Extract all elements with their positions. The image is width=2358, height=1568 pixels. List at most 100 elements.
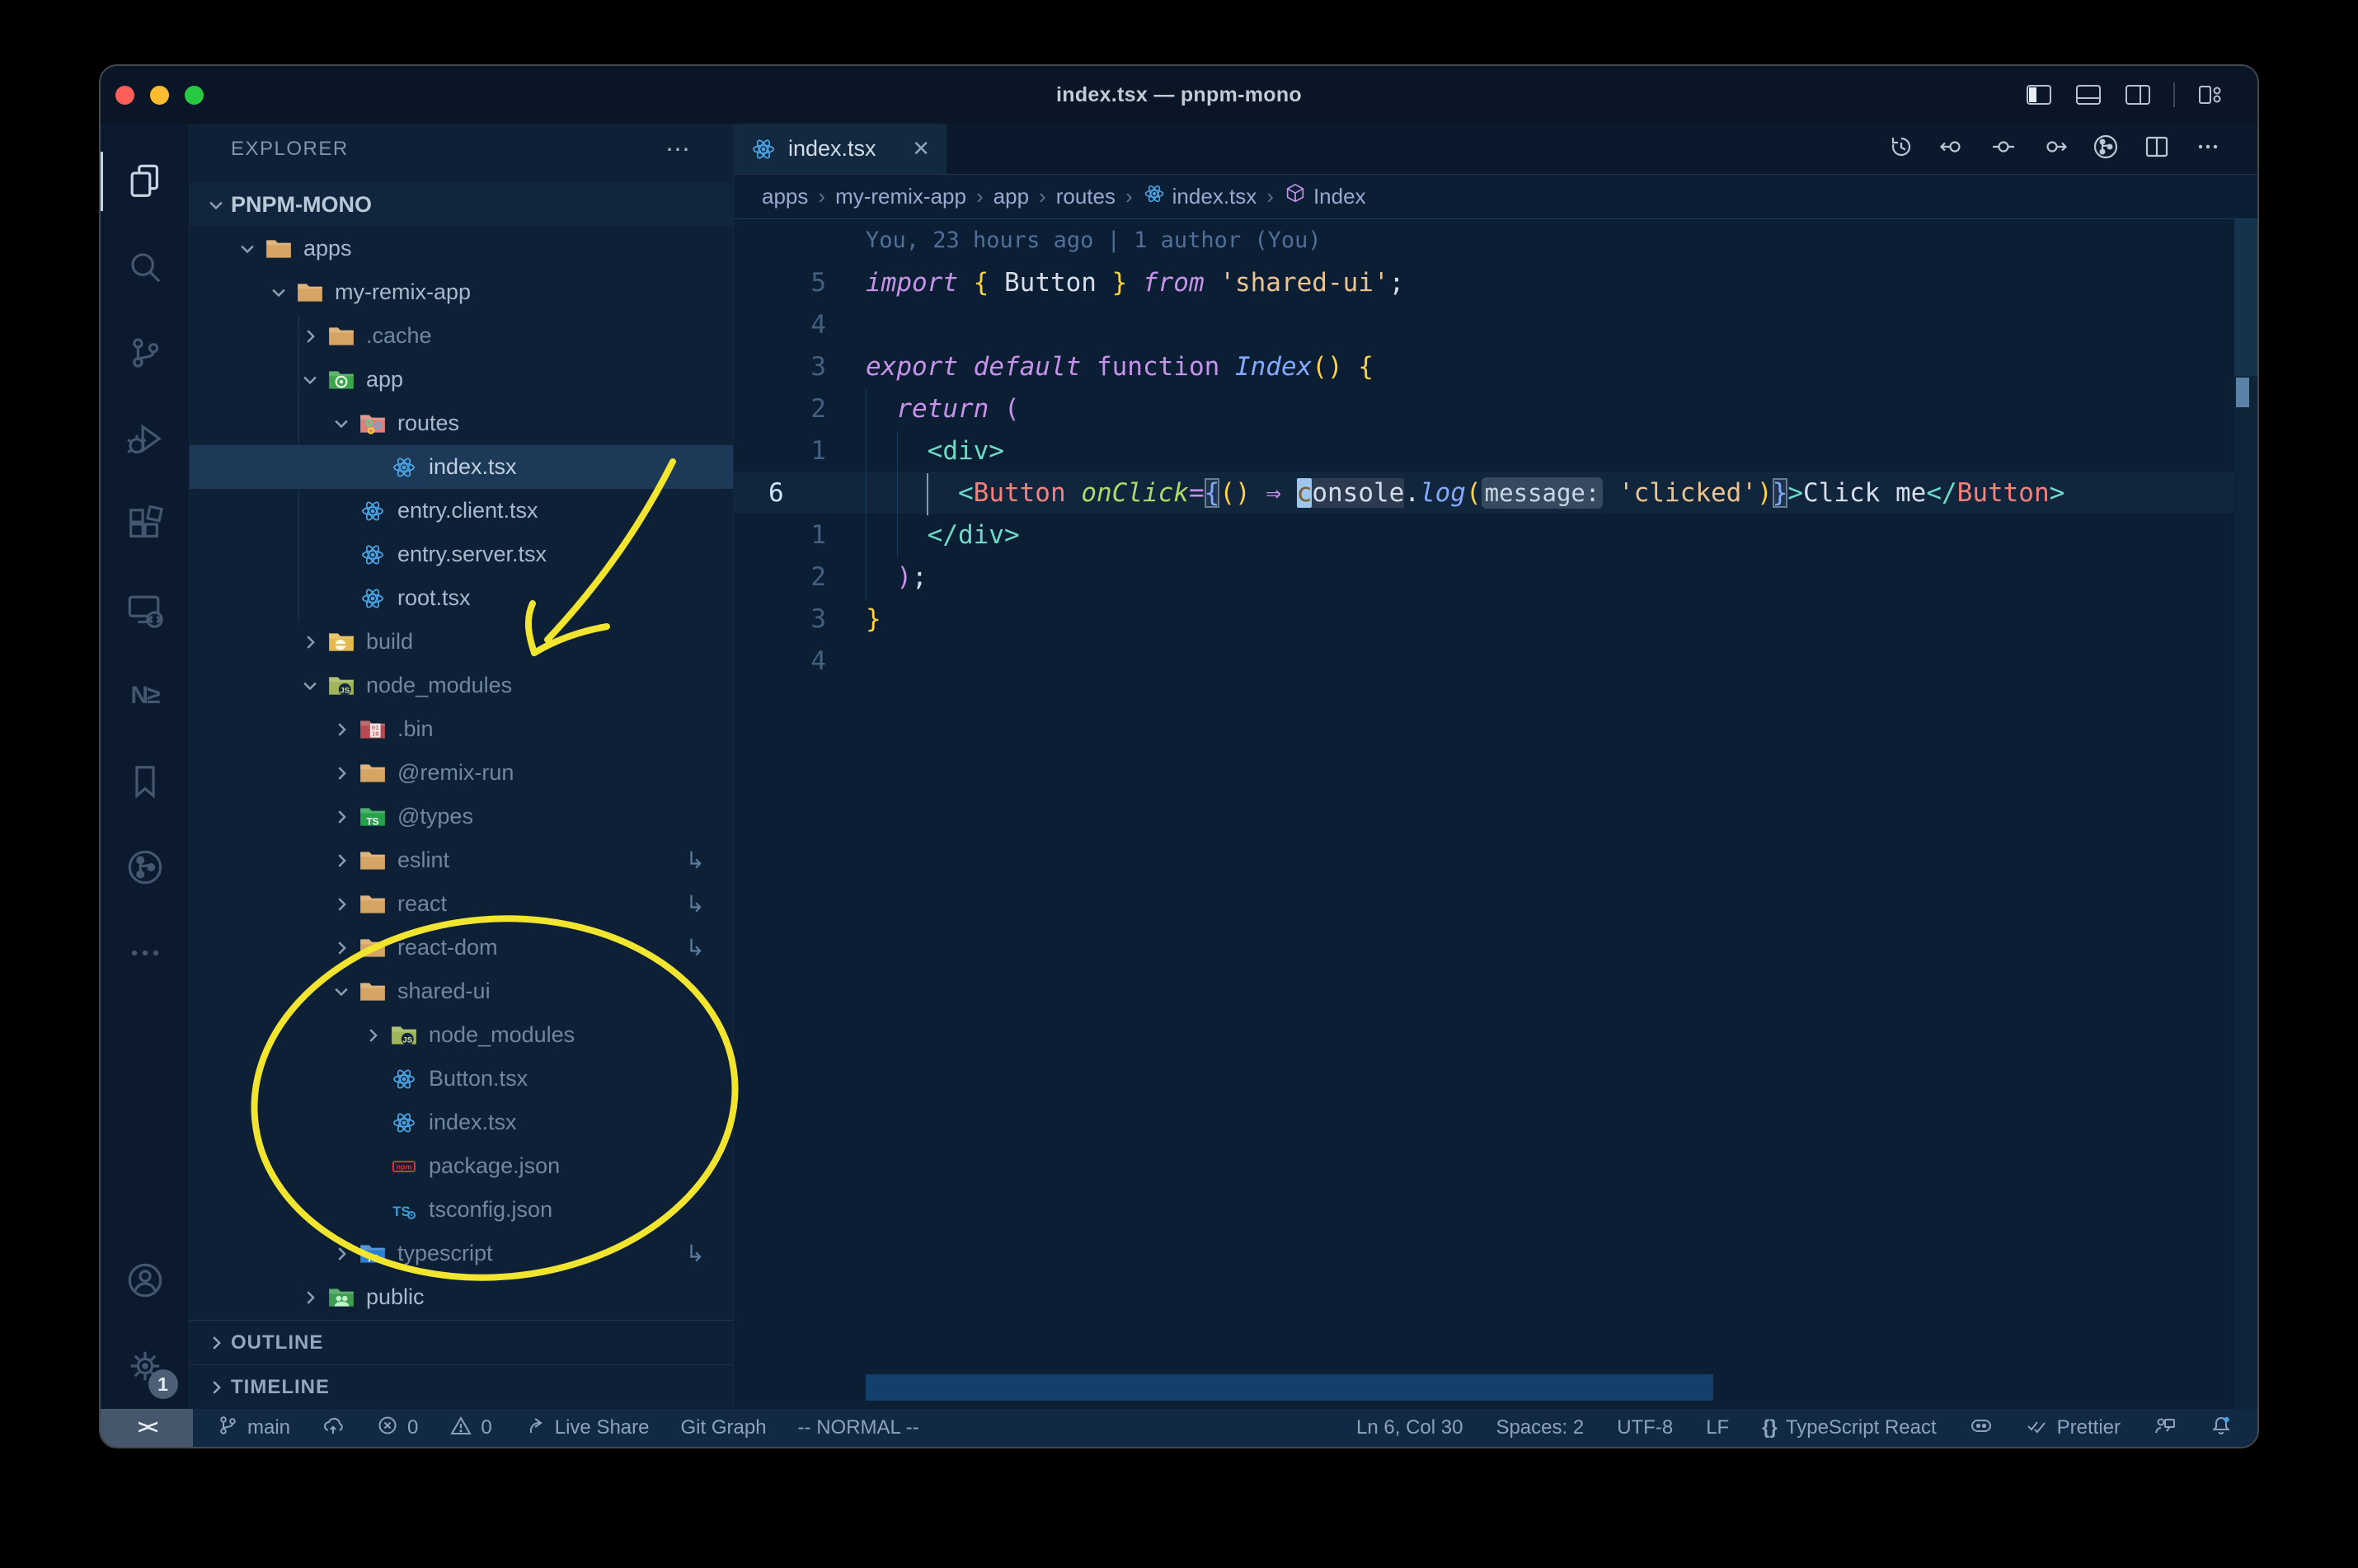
status-spaces-2[interactable]: Spaces: 2: [1496, 1416, 1584, 1439]
code-line[interactable]: 1 </div>: [734, 514, 2257, 556]
git-graph-icon[interactable]: [2093, 134, 2119, 164]
activity-run-debug-icon[interactable]: [101, 396, 190, 481]
tree-item--types[interactable]: TS @types: [190, 795, 733, 838]
status-bell-dot[interactable]: [2210, 1414, 2233, 1443]
tree-item--remix-run[interactable]: @remix-run: [190, 751, 733, 795]
status-0[interactable]: 0: [376, 1414, 418, 1443]
tree-item-entry-server-tsx[interactable]: entry.server.tsx: [190, 533, 733, 576]
tree-item-shared-ui[interactable]: shared-ui: [190, 969, 733, 1013]
code-line[interactable]: 4: [734, 640, 2257, 682]
tree-item-button-tsx[interactable]: Button.tsx: [190, 1057, 733, 1101]
split-editor-icon[interactable]: [2144, 134, 2170, 164]
tree-item-public[interactable]: public: [190, 1275, 733, 1319]
tree-item-react-dom[interactable]: react-dom ↳: [190, 926, 733, 969]
activity-search-icon[interactable]: [101, 224, 190, 310]
breadcrumb-item-index-tsx[interactable]: index.tsx: [1143, 182, 1257, 211]
code-editor[interactable]: You, 23 hours ago | 1 author (You) 5 impor…: [734, 219, 2257, 1409]
activity-bookmarks-icon[interactable]: [101, 739, 190, 824]
timeline-section[interactable]: TIMELINE: [190, 1364, 733, 1409]
tree-item-my-remix-app[interactable]: my-remix-app: [190, 270, 733, 314]
breadcrumb-item-app[interactable]: app: [993, 184, 1029, 209]
vertical-scrollbar[interactable]: [2234, 219, 2257, 1409]
tree-item-label: build: [366, 629, 414, 654]
code-line[interactable]: 3 export default function Index() {: [734, 345, 2257, 387]
code-line[interactable]: 2 return (: [734, 387, 2257, 430]
tree-item--bin[interactable]: 01 10 .bin: [190, 707, 733, 751]
commit-prev-icon[interactable]: [1939, 134, 1966, 164]
status-typescript-react[interactable]: {} TypeScript React: [1762, 1416, 1936, 1439]
line-number: 3: [810, 603, 826, 634]
status-main[interactable]: main: [216, 1414, 290, 1443]
breadcrumb-item-apps[interactable]: apps: [762, 184, 808, 209]
activity-explorer-icon[interactable]: [101, 138, 190, 224]
activity-source-control-icon[interactable]: [101, 310, 190, 396]
activity-remote-explorer-icon[interactable]: [101, 567, 190, 653]
activity-settings-icon[interactable]: 1: [101, 1323, 190, 1409]
history-icon[interactable]: [1888, 134, 1914, 164]
activity-more-icon[interactable]: [101, 910, 190, 996]
status-git-graph[interactable]: Git Graph: [681, 1416, 767, 1439]
status-feedback[interactable]: [2154, 1414, 2177, 1443]
breadcrumb-item-my-remix-app[interactable]: my-remix-app: [835, 184, 966, 209]
tree-item-react[interactable]: react ↳: [190, 882, 733, 926]
explorer-header-label: EXPLORER: [231, 138, 349, 160]
tab-index-tsx[interactable]: index.tsx ✕: [734, 124, 946, 174]
activity-account-icon[interactable]: [101, 1237, 190, 1323]
tab-label: index.tsx: [788, 136, 876, 161]
toggle-sidebar-icon[interactable]: [2025, 82, 2053, 107]
tree-item-index-tsx[interactable]: index.tsx: [190, 445, 733, 489]
status-utf-8[interactable]: UTF-8: [1617, 1416, 1673, 1439]
commit-icon[interactable]: [1990, 134, 2017, 164]
tree-item-apps[interactable]: apps: [190, 227, 733, 270]
code-line-current[interactable]: 6 <Button onClick={() ⇒ console.log(mess…: [734, 472, 2257, 514]
breadcrumb-item-index[interactable]: Index: [1284, 182, 1366, 211]
breadcrumb-item-routes[interactable]: routes: [1056, 184, 1116, 209]
settings-badge: 1: [148, 1369, 178, 1399]
status-live-share[interactable]: Live Share: [524, 1414, 650, 1443]
activity-extensions-icon[interactable]: [101, 481, 190, 567]
tree-item-app[interactable]: app: [190, 358, 733, 401]
tree-item-index-tsx[interactable]: index.tsx: [190, 1101, 733, 1144]
code-line[interactable]: 5 import { Button } from 'shared-ui';: [734, 261, 2257, 303]
chevron-right-icon: [201, 1374, 231, 1401]
status--normal-[interactable]: -- NORMAL --: [798, 1416, 919, 1439]
editor-actions: [1888, 124, 2257, 174]
explorer-more-actions-icon[interactable]: ⋯: [665, 135, 692, 164]
status-copilot[interactable]: [1970, 1414, 1993, 1443]
toggle-panel-icon[interactable]: [2074, 82, 2102, 107]
tree-item-eslint[interactable]: eslint ↳: [190, 838, 733, 882]
react-icon: [1143, 182, 1166, 211]
folder-tan-icon: [356, 890, 389, 918]
tree-item-root-tsx[interactable]: root.tsx: [190, 576, 733, 620]
tree-item-routes[interactable]: routes: [190, 401, 733, 445]
remote-indicator[interactable]: ><: [101, 1409, 193, 1447]
code-line[interactable]: 1 <div>: [734, 430, 2257, 472]
status-lf[interactable]: LF: [1706, 1416, 1729, 1439]
activity-git-graph-icon[interactable]: [101, 824, 190, 910]
status-ln-6-col-30[interactable]: Ln 6, Col 30: [1356, 1416, 1463, 1439]
commit-next-icon[interactable]: [2041, 134, 2068, 164]
tree-item-pnpm-mono[interactable]: PNPM-MONO: [190, 183, 733, 227]
tree-item-node-modules[interactable]: JS node_modules: [190, 664, 733, 707]
activity-nx-console-icon[interactable]: N≥: [101, 653, 190, 739]
outline-section[interactable]: OUTLINE: [190, 1320, 733, 1364]
tree-item-package-json[interactable]: npm package.json: [190, 1144, 733, 1188]
tree-item--cache[interactable]: .cache: [190, 314, 733, 358]
code-line[interactable]: 3}: [734, 598, 2257, 640]
code-line[interactable]: 2 );: [734, 556, 2257, 598]
tree-item-tsconfig-json[interactable]: TS tsconfig.json: [190, 1188, 733, 1232]
customize-layout-icon[interactable]: [2196, 82, 2224, 107]
more-horizontal-icon[interactable]: [2195, 134, 2221, 164]
status-prettier[interactable]: Prettier: [2026, 1414, 2121, 1443]
tree-item-build[interactable]: build: [190, 620, 733, 664]
toggle-secondary-sidebar-icon[interactable]: [2124, 82, 2152, 107]
close-tab-icon[interactable]: ✕: [912, 136, 930, 162]
code-line[interactable]: 4: [734, 303, 2257, 345]
tree-item-node-modules[interactable]: JS node_modules: [190, 1013, 733, 1057]
status-cloud-upload[interactable]: [322, 1414, 345, 1443]
tree-item-label: Button.tsx: [429, 1066, 528, 1091]
horizontal-scrollbar[interactable]: [866, 1374, 1713, 1401]
status-0[interactable]: 0: [449, 1414, 492, 1443]
tree-item-typescript[interactable]: TS typescript ↳: [190, 1232, 733, 1275]
tree-item-entry-client-tsx[interactable]: entry.client.tsx: [190, 489, 733, 533]
